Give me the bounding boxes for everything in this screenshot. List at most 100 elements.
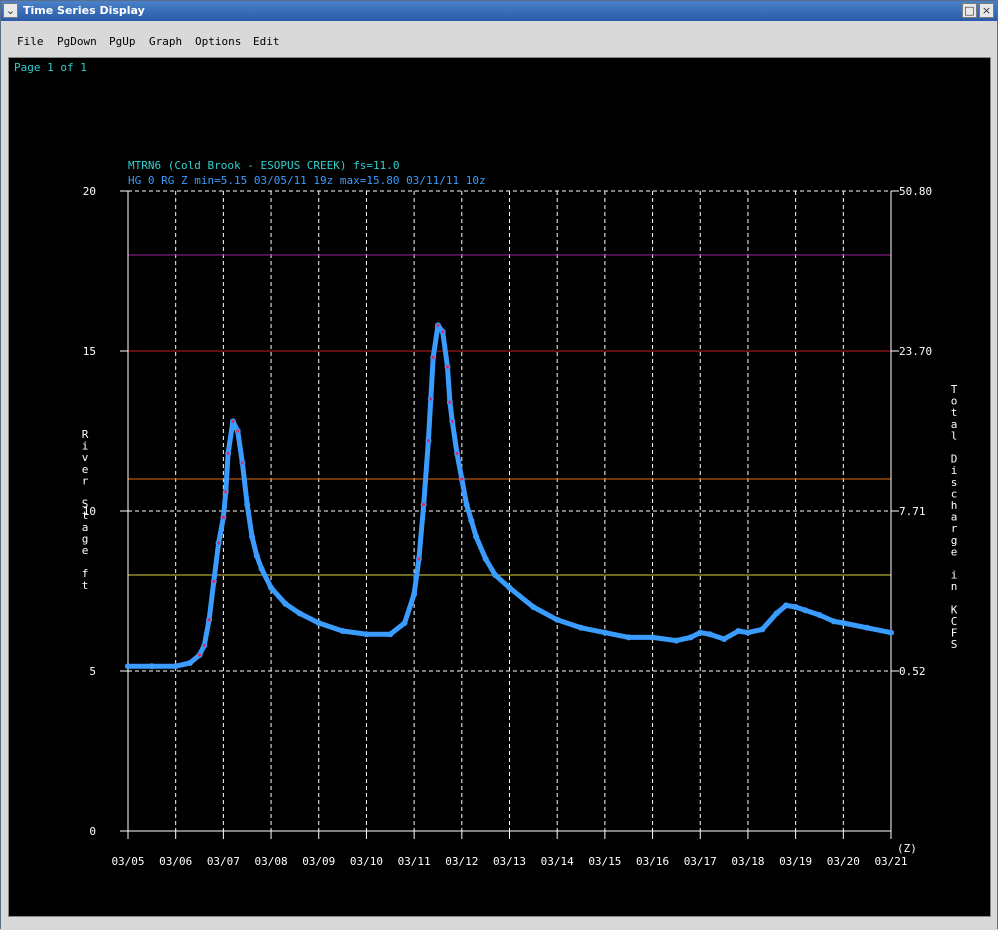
series-point bbox=[506, 584, 513, 591]
highlight-point bbox=[448, 400, 452, 404]
series-point bbox=[411, 591, 418, 598]
chart-subtitle: HG 0 RG Z min=5.15 03/05/11 19z max=15.8… bbox=[128, 174, 486, 187]
x-tick-label: 03/16 bbox=[636, 855, 669, 868]
chart-title: MTRN6 (Cold Brook - ESOPUS CREEK) fs=11.… bbox=[128, 159, 400, 172]
y-tick-label: 5 bbox=[89, 665, 96, 678]
y-tick-label: 20 bbox=[83, 185, 96, 198]
time-series-chart: 03/05 03/06 03/07 03/08 03/09 03/10 03/11 03/12… bbox=[82, 159, 958, 868]
highlight-point bbox=[417, 557, 421, 561]
x-tick-label: 03/10 bbox=[350, 855, 383, 868]
series-point bbox=[792, 604, 799, 610]
series-point bbox=[888, 629, 894, 636]
series-point bbox=[773, 610, 780, 617]
series-point bbox=[687, 634, 694, 641]
highlight-point bbox=[224, 490, 228, 494]
series-point bbox=[554, 616, 561, 623]
highlight-point bbox=[231, 419, 235, 423]
series-point bbox=[296, 610, 303, 617]
series-point bbox=[492, 572, 499, 578]
series-point bbox=[248, 533, 255, 540]
series-point bbox=[363, 631, 370, 638]
series-point bbox=[172, 663, 179, 670]
highlight-point bbox=[202, 643, 206, 648]
x-tick-label: 03/08 bbox=[255, 855, 288, 868]
highlight-point bbox=[207, 618, 211, 622]
series-point bbox=[830, 618, 837, 625]
series-point bbox=[625, 634, 632, 641]
highlight-point bbox=[431, 355, 435, 359]
series-point bbox=[244, 501, 251, 508]
x-unit-label: (Z) bbox=[897, 842, 917, 855]
x-tick-label: 03/11 bbox=[398, 855, 431, 868]
series-point bbox=[783, 602, 790, 609]
series-point bbox=[473, 533, 480, 540]
highlight-point bbox=[445, 365, 450, 369]
highlight-point bbox=[426, 439, 431, 443]
highlight-point bbox=[460, 477, 464, 481]
window-bottom-border bbox=[1, 917, 997, 929]
x-tick-label: 03/05 bbox=[111, 855, 144, 868]
series-point bbox=[253, 552, 260, 559]
series-point bbox=[282, 600, 289, 607]
series-point bbox=[706, 631, 713, 638]
time-series-window: ⌄ Time Series Display □ × File PgDown Pg… bbox=[0, 0, 998, 929]
highlight-point bbox=[226, 451, 230, 455]
highlight-point bbox=[212, 579, 216, 584]
y2-tick-label: 50.80 bbox=[899, 185, 932, 198]
y-tick-label: 15 bbox=[83, 345, 96, 358]
series-point bbox=[148, 663, 155, 670]
series-point bbox=[735, 628, 742, 634]
series-point bbox=[601, 629, 608, 636]
series-point bbox=[744, 629, 751, 636]
x-tick-label: 03/09 bbox=[302, 855, 335, 868]
highlight-point bbox=[441, 330, 445, 334]
series-point bbox=[649, 634, 656, 641]
y2-tick-label: 7.71 bbox=[899, 505, 926, 518]
highlight-point bbox=[422, 503, 426, 507]
x-tick-label: 03/06 bbox=[159, 855, 192, 868]
series-point bbox=[339, 628, 346, 634]
x-tick-label: 03/19 bbox=[779, 855, 812, 868]
series-point bbox=[186, 660, 193, 666]
series-point bbox=[463, 501, 470, 508]
series-point bbox=[482, 556, 489, 562]
y2-tick-label: 0.52 bbox=[899, 665, 926, 678]
series-point bbox=[530, 604, 537, 610]
series-point bbox=[697, 629, 704, 636]
highlight-point bbox=[221, 515, 225, 520]
highlight-point bbox=[450, 419, 454, 423]
x-tick-label: 03/07 bbox=[207, 855, 240, 868]
series-point bbox=[721, 636, 728, 642]
series-point bbox=[840, 620, 847, 626]
highlight-point bbox=[197, 653, 202, 657]
series-point bbox=[673, 637, 680, 644]
y2-tick-label: 23.70 bbox=[899, 345, 932, 358]
series-point bbox=[268, 584, 275, 591]
x-tick-label: 03/13 bbox=[493, 855, 526, 868]
series-point bbox=[864, 624, 871, 631]
series-point bbox=[401, 620, 408, 626]
highlight-point bbox=[236, 429, 240, 433]
series-point bbox=[258, 565, 265, 572]
x-tick-label: 03/21 bbox=[874, 855, 907, 868]
y-axis-label: River Stage ft bbox=[82, 428, 89, 592]
series-point bbox=[816, 612, 823, 618]
series-point bbox=[125, 663, 131, 670]
highlight-point bbox=[217, 541, 221, 545]
series-point bbox=[468, 517, 475, 524]
y2-axis-label: Total Discharge in KCFS bbox=[951, 383, 958, 651]
highlight-point bbox=[455, 451, 459, 455]
x-tick-label: 03/12 bbox=[445, 855, 478, 868]
x-tick-label: 03/15 bbox=[588, 855, 621, 868]
series-point bbox=[759, 626, 766, 633]
x-tick-label: 03/18 bbox=[731, 855, 764, 868]
series-point bbox=[578, 624, 585, 631]
series-point bbox=[387, 631, 394, 638]
x-tick-label: 03/14 bbox=[541, 855, 574, 868]
y-tick-label: 0 bbox=[89, 825, 96, 838]
series-point bbox=[315, 620, 322, 626]
highlight-point bbox=[429, 397, 433, 401]
x-tick-label: 03/20 bbox=[827, 855, 860, 868]
series-point bbox=[802, 607, 809, 614]
highlight-point bbox=[436, 323, 440, 327]
